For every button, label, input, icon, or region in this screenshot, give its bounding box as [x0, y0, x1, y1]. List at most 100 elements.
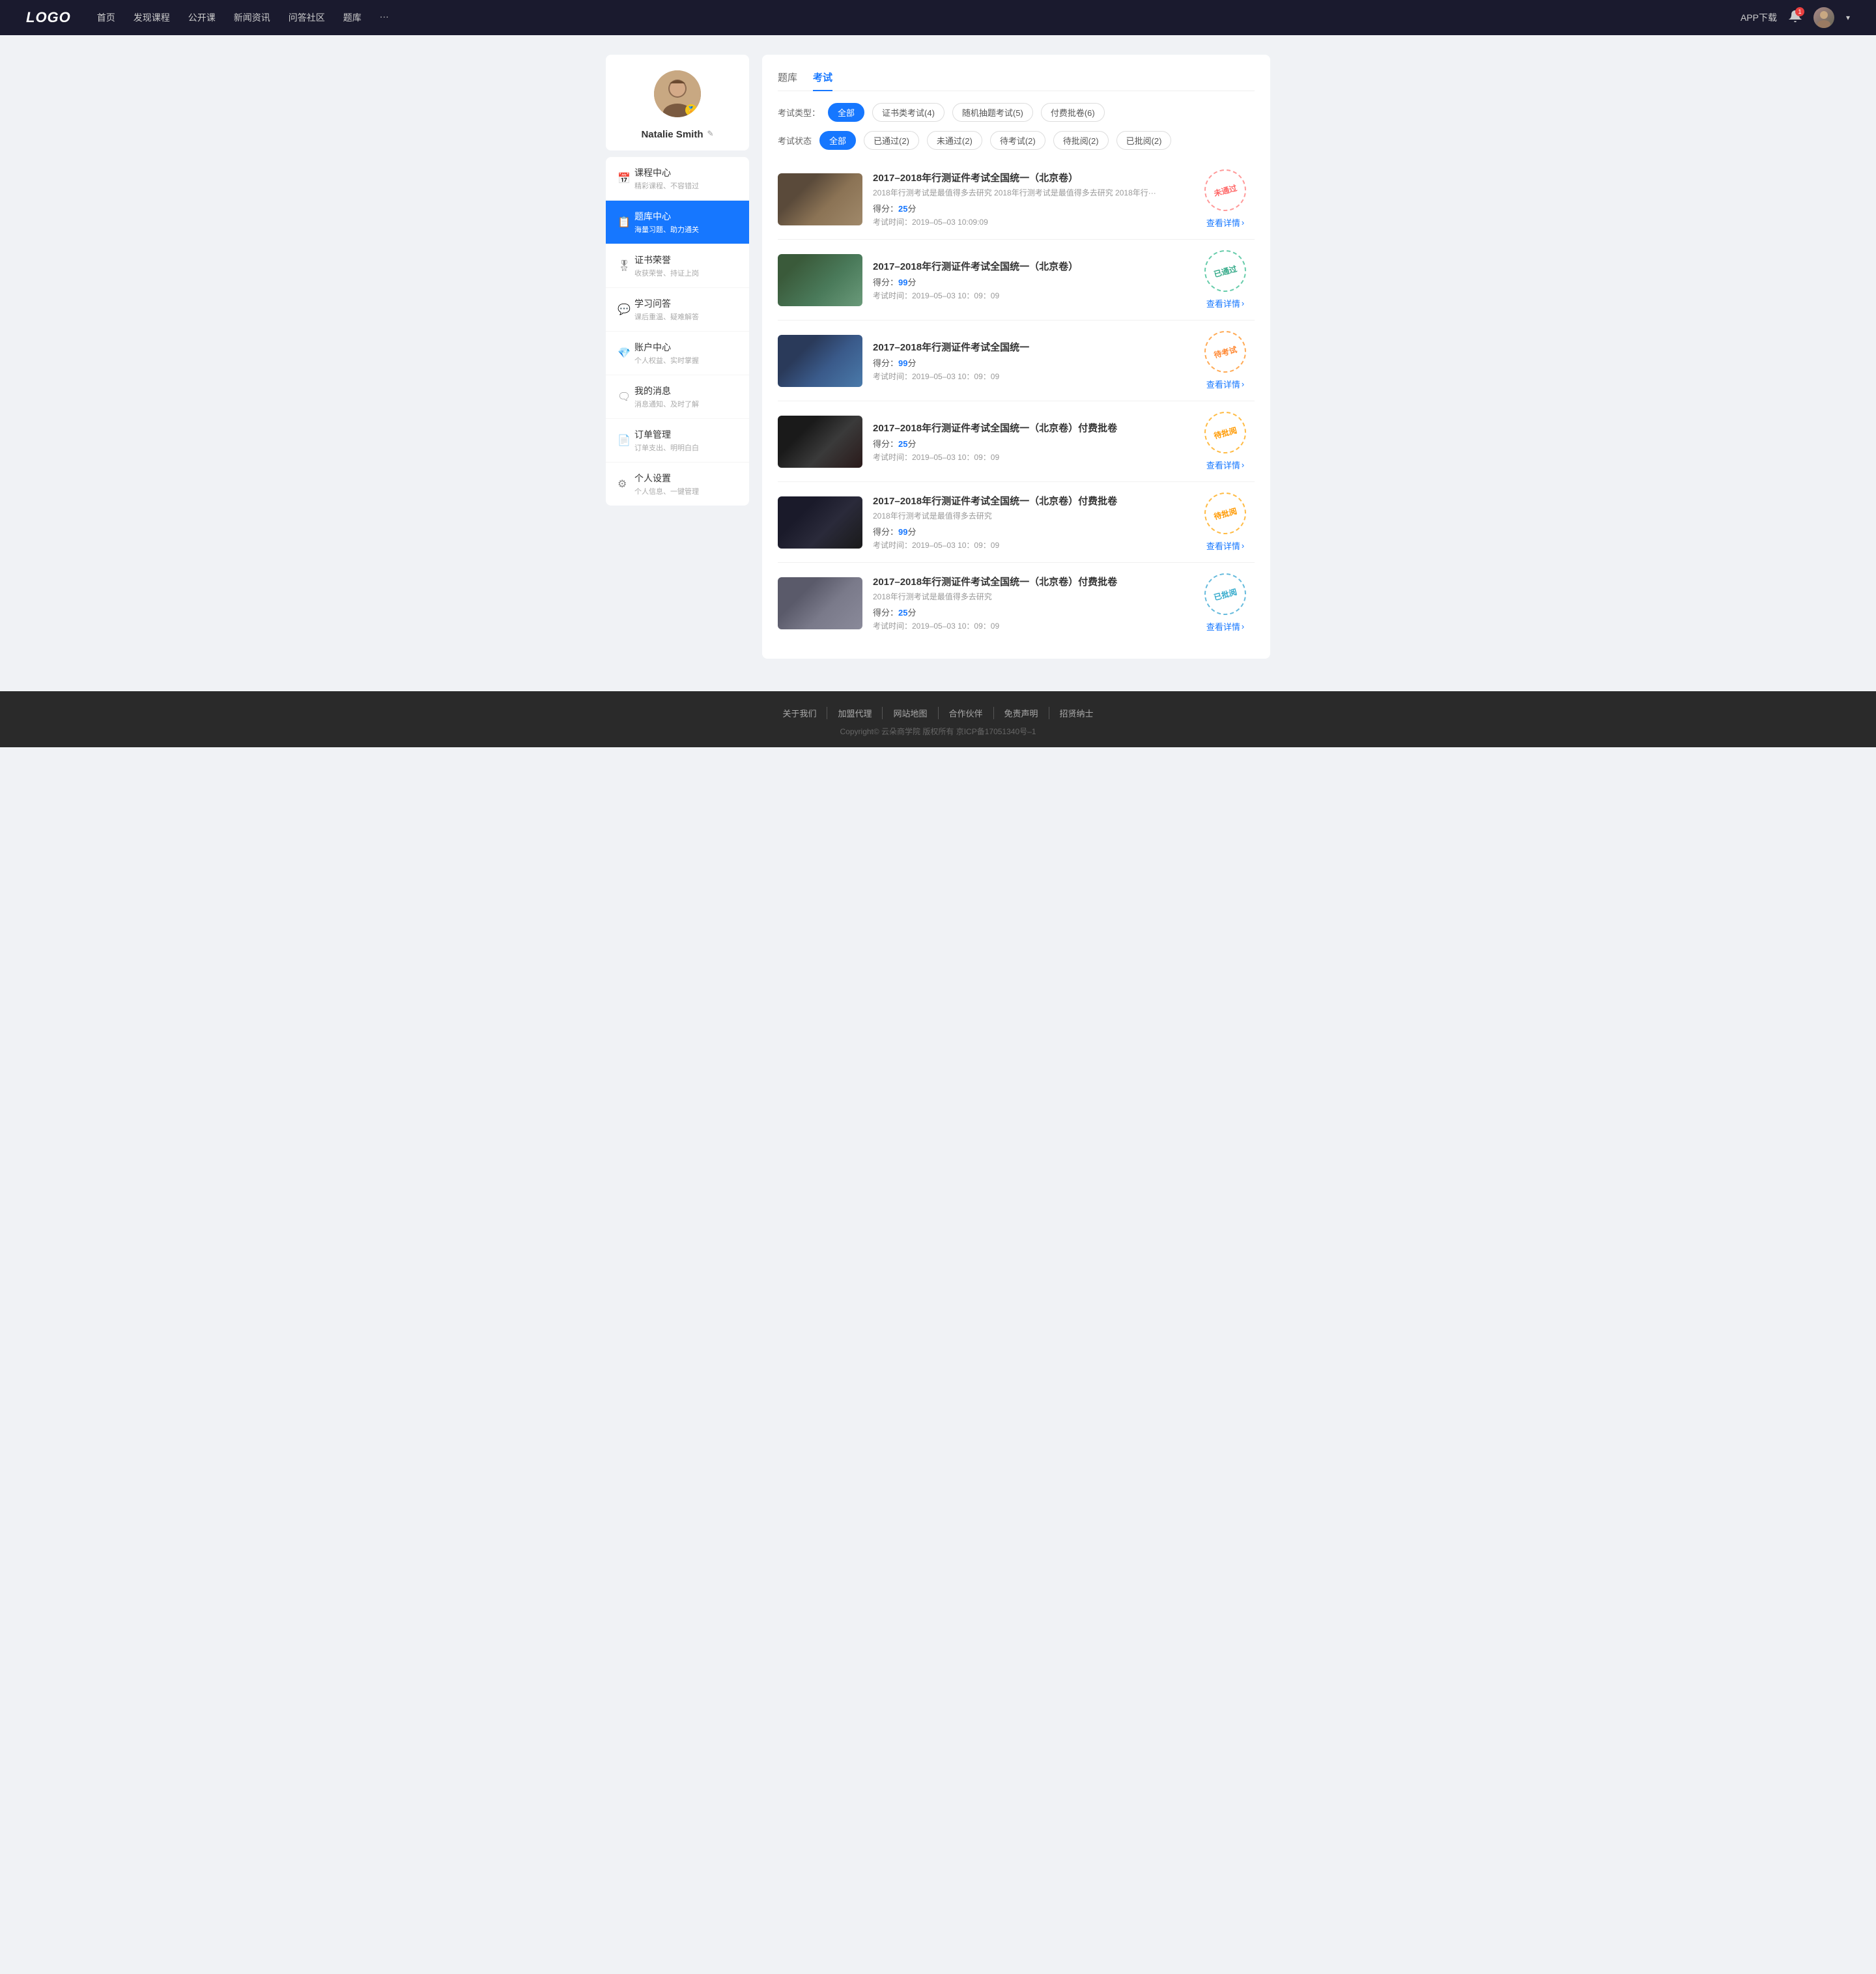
course-icon: 📅 [618, 172, 634, 185]
exam-item-4: 2017–2018年行测证件考试全国统一（北京卷）付费批卷 得分：25分 考试时… [778, 401, 1255, 482]
status-filter-reviewed[interactable]: 已批阅(2) [1116, 131, 1172, 150]
exam-desc-6: 2018年行测考试是最值得多去研究 [873, 591, 1186, 602]
chevron-right-icon: › [1242, 218, 1244, 227]
type-filter-cert[interactable]: 证书类考试(4) [872, 103, 945, 122]
sidebar-profile: 🏅 Natalie Smith ✎ [606, 55, 749, 150]
exam-item-2: 2017–2018年行测证件考试全国统一（北京卷） 得分：99分 考试时间：20… [778, 240, 1255, 321]
sidebar-order-sub: 订单支出、明明白白 [634, 442, 737, 453]
sidebar-item-qa[interactable]: 💬 学习问答 课后重温、疑难解答 [606, 288, 749, 332]
exam-action-6: 已批阅 查看详情 › [1196, 573, 1255, 633]
exam-stamp-4: 待批阅 [1200, 407, 1251, 458]
status-filter-failed[interactable]: 未通过(2) [927, 131, 982, 150]
footer-link-1[interactable]: 加盟代理 [827, 707, 883, 719]
exam-item-6: 2017–2018年行测证件考试全国统一（北京卷）付费批卷 2018年行测考试是… [778, 563, 1255, 643]
chevron-right-icon: › [1242, 379, 1244, 389]
qa-icon: 💬 [618, 303, 634, 316]
status-filter-pending[interactable]: 待考试(2) [990, 131, 1045, 150]
chevron-right-icon: › [1242, 298, 1244, 308]
exam-thumb-1 [778, 173, 862, 225]
user-menu-chevron[interactable]: ▾ [1846, 13, 1850, 22]
avatar[interactable] [1813, 7, 1834, 28]
footer-link-5[interactable]: 招贤纳士 [1049, 707, 1104, 719]
exam-detail-link-3[interactable]: 查看详情 › [1206, 378, 1244, 390]
sidebar-nav: 📅 课程中心 精彩课程、不容错过 📋 题库中心 海量习题、助力通关 🎖 证书荣誉… [606, 157, 749, 506]
sidebar-cert-label: 证书荣誉 [634, 253, 737, 266]
footer-links: 关于我们加盟代理网站地图合作伙伴免责声明招贤纳士 [0, 707, 1876, 719]
exam-item-1: 2017–2018年行测证件考试全国统一（北京卷） 2018年行测考试是最值得多… [778, 159, 1255, 240]
exam-thumb-4 [778, 416, 862, 468]
exam-score-5: 得分：99分 [873, 525, 1186, 537]
exam-info-4: 2017–2018年行测证件考试全国统一（北京卷）付费批卷 得分：25分 考试时… [873, 421, 1186, 463]
exam-detail-link-2[interactable]: 查看详情 › [1206, 297, 1244, 309]
sidebar-item-course[interactable]: 📅 课程中心 精彩课程、不容错过 [606, 157, 749, 201]
status-filter-label: 考试状态 [778, 134, 812, 147]
exam-stamp-1: 未通过 [1200, 165, 1251, 216]
chevron-right-icon: › [1242, 541, 1244, 551]
exam-detail-link-4[interactable]: 查看详情 › [1206, 459, 1244, 471]
exam-item-5: 2017–2018年行测证件考试全国统一（北京卷）付费批卷 2018年行测考试是… [778, 482, 1255, 563]
sidebar-course-label: 课程中心 [634, 166, 737, 179]
logo: LOGO [26, 9, 71, 26]
exam-list: 2017–2018年行测证件考试全国统一（北京卷） 2018年行测考试是最值得多… [778, 159, 1255, 643]
sidebar-item-order[interactable]: 📄 订单管理 订单支出、明明白白 [606, 419, 749, 463]
exam-info-1: 2017–2018年行测证件考试全国统一（北京卷） 2018年行测考试是最值得多… [873, 171, 1186, 227]
tab-exam[interactable]: 考试 [813, 70, 832, 91]
profile-name: Natalie Smith [641, 129, 703, 140]
sidebar-item-account[interactable]: 💎 账户中心 个人权益、实时掌握 [606, 332, 749, 375]
sidebar-item-settings[interactable]: ⚙ 个人设置 个人信息、一键管理 [606, 463, 749, 506]
footer-link-0[interactable]: 关于我们 [772, 707, 827, 719]
sidebar-item-message[interactable]: 🗨 我的消息 消息通知、及时了解 [606, 375, 749, 419]
nav-home[interactable]: 首页 [97, 11, 115, 24]
nav-discover[interactable]: 发现课程 [134, 11, 170, 24]
question-icon: 📋 [618, 216, 634, 229]
sidebar-course-sub: 精彩课程、不容错过 [634, 180, 737, 191]
exam-detail-link-6[interactable]: 查看详情 › [1206, 620, 1244, 633]
sidebar-account-sub: 个人权益、实时掌握 [634, 355, 737, 365]
footer-copyright: Copyright© 云朵商学院 版权所有 京ICP备17051340号–1 [0, 726, 1876, 737]
exam-action-5: 待批阅 查看详情 › [1196, 493, 1255, 552]
nav-news[interactable]: 新闻资讯 [234, 11, 270, 24]
navbar-links: 首页 发现课程 公开课 新闻资讯 问答社区 题库 ··· [97, 11, 1741, 24]
type-filter-random[interactable]: 随机抽题考试(5) [952, 103, 1033, 122]
exam-thumb-5 [778, 496, 862, 549]
exam-detail-link-5[interactable]: 查看详情 › [1206, 539, 1244, 552]
type-filter-all[interactable]: 全部 [828, 103, 864, 122]
footer-link-3[interactable]: 合作伙伴 [939, 707, 994, 719]
tab-question-bank[interactable]: 题库 [778, 70, 797, 91]
nav-open[interactable]: 公开课 [188, 11, 216, 24]
nav-question[interactable]: 题库 [343, 11, 362, 24]
exam-score-2: 得分：99分 [873, 276, 1186, 288]
nav-more[interactable]: ··· [380, 11, 389, 24]
sidebar-item-question[interactable]: 📋 题库中心 海量习题、助力通关 [606, 201, 749, 244]
footer-link-2[interactable]: 网站地图 [883, 707, 938, 719]
exam-desc-5: 2018年行测考试是最值得多去研究 [873, 510, 1186, 521]
navbar-right: APP下载 1 ▾ [1741, 7, 1850, 28]
settings-icon: ⚙ [618, 478, 634, 491]
exam-title-4: 2017–2018年行测证件考试全国统一（北京卷）付费批卷 [873, 421, 1186, 435]
exam-thumb-2 [778, 254, 862, 306]
exam-thumb-3 [778, 335, 862, 387]
exam-detail-link-1[interactable]: 查看详情 › [1206, 216, 1244, 229]
exam-action-3: 待考试 查看详情 › [1196, 331, 1255, 390]
exam-desc-1: 2018年行测考试是最值得多去研究 2018年行测考试是最值得多去研究 2018… [873, 187, 1186, 198]
sidebar-settings-label: 个人设置 [634, 472, 737, 485]
app-download-link[interactable]: APP下载 [1741, 11, 1777, 24]
exam-score-1: 得分：25分 [873, 202, 1186, 214]
notification-bell[interactable]: 1 [1789, 10, 1802, 26]
profile-edit-icon[interactable]: ✎ [707, 129, 713, 138]
sidebar: 🏅 Natalie Smith ✎ 📅 课程中心 精彩课程、不容错过 📋 题库中… [606, 55, 749, 659]
status-filter-passed[interactable]: 已通过(2) [864, 131, 919, 150]
exam-time-4: 考试时间：2019–05–03 10：09：09 [873, 451, 1186, 463]
nav-qa[interactable]: 问答社区 [289, 11, 325, 24]
exam-score-6: 得分：25分 [873, 606, 1186, 618]
exam-thumb-6 [778, 577, 862, 629]
status-filter-all[interactable]: 全部 [819, 131, 856, 150]
sidebar-item-cert[interactable]: 🎖 证书荣誉 收获荣誉、持证上岗 [606, 244, 749, 288]
footer-link-4[interactable]: 免责声明 [994, 707, 1049, 719]
type-filter-paid[interactable]: 付费批卷(6) [1041, 103, 1105, 122]
status-filter-review[interactable]: 待批阅(2) [1053, 131, 1109, 150]
sidebar-question-label: 题库中心 [634, 210, 737, 223]
top-tabs: 题库 考试 [778, 70, 1255, 91]
profile-badge-icon: 🏅 [685, 104, 697, 116]
exam-title-1: 2017–2018年行测证件考试全国统一（北京卷） [873, 171, 1186, 184]
